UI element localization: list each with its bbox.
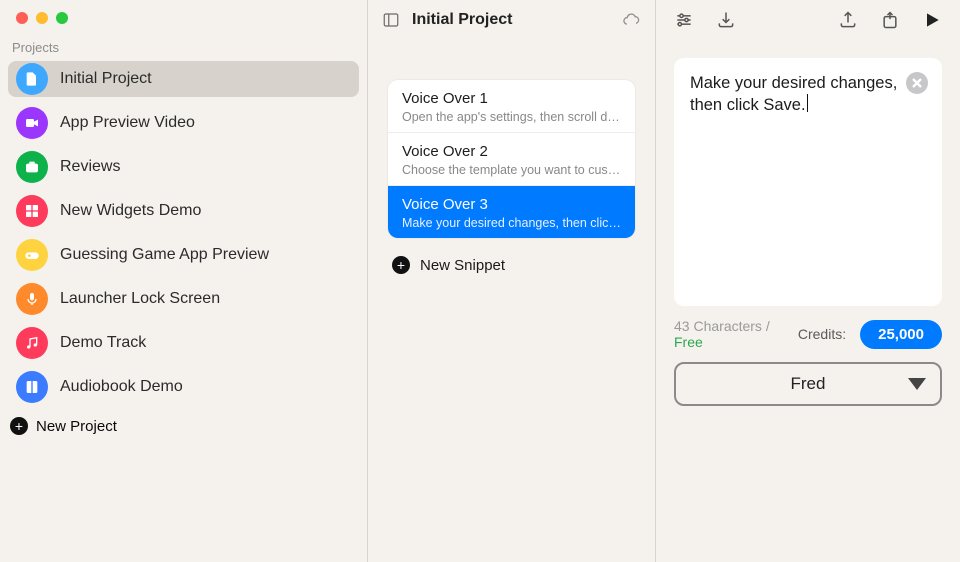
document-icon <box>16 63 48 95</box>
new-snippet-button[interactable]: + New Snippet <box>392 256 635 274</box>
import-icon[interactable] <box>716 10 736 30</box>
snippet-subtitle: Open the app's settings, then scroll dow… <box>402 110 621 124</box>
chevron-down-icon <box>908 378 926 390</box>
snippet-item[interactable]: Voice Over 3 Make your desired changes, t… <box>388 185 635 238</box>
clear-text-button[interactable] <box>906 72 928 94</box>
sidebar-item-label: Reviews <box>60 158 120 176</box>
zoom-window-button[interactable] <box>56 12 68 24</box>
sidebar-item-label: Initial Project <box>60 70 152 88</box>
text-editor[interactable]: Make your desired changes, then click Sa… <box>674 58 942 306</box>
voice-select-value: Fred <box>791 374 826 394</box>
right-toolbar <box>656 0 960 40</box>
mic-icon <box>16 283 48 315</box>
project-list: Initial Project App Preview Video Reviews N… <box>8 61 359 405</box>
toggle-sidebar-icon[interactable] <box>382 11 400 29</box>
center-header: Initial Project <box>368 0 655 40</box>
sidebar-item-reviews[interactable]: Reviews <box>8 149 359 185</box>
sidebar-item-label: Launcher Lock Screen <box>60 290 220 308</box>
snippet-subtitle: Choose the template you want to customiz… <box>402 163 621 177</box>
sidebar-item-label: New Widgets Demo <box>60 202 201 220</box>
editor-meta-row: 43 Characters / Free Credits: 25,000 <box>674 318 942 350</box>
camera-icon <box>16 151 48 183</box>
close-icon <box>912 78 922 88</box>
sidebar-item-demo-track[interactable]: Demo Track <box>8 325 359 361</box>
minimize-window-button[interactable] <box>36 12 48 24</box>
character-count: 43 Characters / Free <box>674 318 784 350</box>
share-icon[interactable] <box>838 10 858 30</box>
new-project-label: New Project <box>36 418 117 435</box>
close-window-button[interactable] <box>16 12 28 24</box>
credits-label: Credits: <box>798 326 846 342</box>
snippet-item[interactable]: Voice Over 1 Open the app's settings, the… <box>388 80 635 132</box>
voice-select[interactable]: Fred <box>674 362 942 406</box>
new-snippet-label: New Snippet <box>420 257 505 274</box>
sidebar-item-guessing-game-app-preview[interactable]: Guessing Game App Preview <box>8 237 359 273</box>
editor-text: Make your desired changes, then click Sa… <box>690 74 897 114</box>
gamepad-icon <box>16 239 48 271</box>
text-caret <box>807 94 808 112</box>
sidebar-item-label: Audiobook Demo <box>60 378 183 396</box>
play-icon[interactable] <box>922 10 942 30</box>
plus-icon: + <box>392 256 410 274</box>
snippet-subtitle: Make your desired changes, then click Sa… <box>402 216 621 230</box>
center-column: Initial Project Voice Over 1 Open the app… <box>368 0 656 562</box>
snippet-item[interactable]: Voice Over 2 Choose the template you want… <box>388 132 635 185</box>
widgets-icon <box>16 195 48 227</box>
sidebar-section-label: Projects <box>12 40 357 55</box>
video-icon <box>16 107 48 139</box>
cloud-sync-icon[interactable] <box>621 10 641 30</box>
sidebar-item-launcher-lock-screen[interactable]: Launcher Lock Screen <box>8 281 359 317</box>
sidebar-item-initial-project[interactable]: Initial Project <box>8 61 359 97</box>
settings-sliders-icon[interactable] <box>674 10 694 30</box>
sidebar: Projects Initial Project App Preview Vide… <box>0 0 368 562</box>
plus-icon: + <box>10 417 28 435</box>
music-icon <box>16 327 48 359</box>
sidebar-item-label: App Preview Video <box>60 114 195 132</box>
export-icon[interactable] <box>880 10 900 30</box>
right-column: Make your desired changes, then click Sa… <box>656 0 960 562</box>
book-icon <box>16 371 48 403</box>
new-project-button[interactable]: + New Project <box>8 417 359 435</box>
sidebar-item-audiobook-demo[interactable]: Audiobook Demo <box>8 369 359 405</box>
credits-pill[interactable]: 25,000 <box>860 320 942 349</box>
snippets-list: Voice Over 1 Open the app's settings, the… <box>388 80 635 238</box>
window-traffic-lights <box>16 12 357 24</box>
project-title: Initial Project <box>412 11 609 29</box>
snippet-title: Voice Over 3 <box>402 196 621 213</box>
sidebar-item-label: Demo Track <box>60 334 146 352</box>
sidebar-item-label: Guessing Game App Preview <box>60 246 269 264</box>
snippet-title: Voice Over 1 <box>402 90 621 107</box>
snippet-title: Voice Over 2 <box>402 143 621 160</box>
sidebar-item-new-widgets-demo[interactable]: New Widgets Demo <box>8 193 359 229</box>
sidebar-item-app-preview-video[interactable]: App Preview Video <box>8 105 359 141</box>
